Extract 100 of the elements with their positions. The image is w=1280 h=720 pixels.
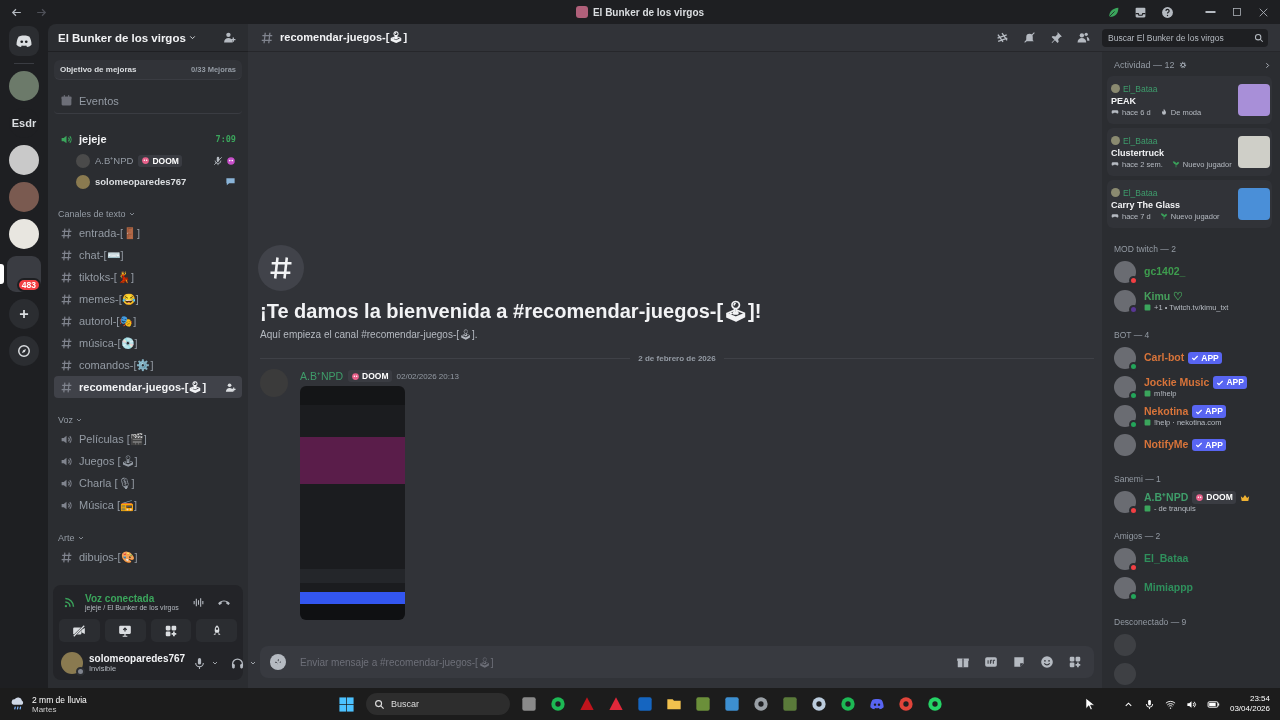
member-item[interactable]: El_Bataa <box>1114 546 1272 572</box>
tag-label: APP <box>1201 352 1219 364</box>
check-icon <box>1195 441 1204 449</box>
voice-channel[interactable]: Juegos [🕹] <box>54 450 242 472</box>
leaf-icon <box>1107 5 1120 19</box>
member-item[interactable]: Mimiappp <box>1114 575 1272 601</box>
taskbar-app-button[interactable] <box>722 694 742 714</box>
taskbar-app-button[interactable] <box>809 694 829 714</box>
voice-channel[interactable]: Películas [🎬] <box>54 428 242 450</box>
game-thumbnail <box>1238 136 1270 168</box>
mic-icon <box>193 656 207 670</box>
category-header[interactable]: Arte <box>54 530 242 546</box>
avatar <box>1114 290 1136 312</box>
taskbar-search[interactable]: Buscar <box>366 693 510 715</box>
channel-title: recomendar-juegos-[🕹] <box>280 31 408 44</box>
wave-icon <box>192 595 205 609</box>
home-button[interactable] <box>9 26 39 56</box>
voice-channel[interactable]: Charla [🎙] <box>54 472 242 494</box>
tile-icon <box>724 696 740 712</box>
add-server-button[interactable] <box>9 299 39 329</box>
hash-icon <box>60 336 73 350</box>
check-icon <box>1195 407 1204 416</box>
tile-icon <box>521 696 537 712</box>
smile-icon <box>1040 655 1054 669</box>
member-name: Carl-bot <box>1144 351 1185 365</box>
avatar <box>61 652 83 674</box>
text-channel[interactable]: tiktoks-[💃] <box>54 266 242 288</box>
text-channel[interactable]: recomendar-juegos-[🕹] <box>54 376 242 398</box>
search-field[interactable]: Buscar El Bunker de los virgos <box>1102 28 1268 47</box>
taskbar-app-button[interactable] <box>751 694 771 714</box>
calendar-icon <box>60 94 73 107</box>
text-channel[interactable]: música-[💿] <box>54 332 242 354</box>
welcome-subtitle: Aquí empieza el canal #recomendar-juegos-[🕹]. <box>260 329 479 340</box>
tri-icon <box>579 696 595 712</box>
image-attachment[interactable] <box>300 386 405 620</box>
server-icon <box>575 6 588 18</box>
member-item[interactable]: Carl-bot APP <box>1114 345 1272 371</box>
member-name: gc1402_ <box>1144 265 1186 279</box>
help-icon <box>1161 5 1174 19</box>
weather-text: 2 mm de lluvia <box>32 694 87 705</box>
avatar <box>1111 84 1120 93</box>
compass-icon <box>17 344 31 358</box>
inbox-icon <box>1134 5 1147 19</box>
taskbar-app-button[interactable] <box>519 694 539 714</box>
activity-header: Actividad — 12 <box>1114 60 1175 70</box>
voice-channel[interactable]: jejeje 7:09 <box>54 128 242 150</box>
tag-label: APP <box>1205 406 1223 417</box>
activities-button[interactable] <box>150 619 192 642</box>
window-title: El Bunker de los virgos <box>592 6 705 18</box>
voice-channel[interactable]: Música [📻] <box>54 494 242 516</box>
game-title: PEAK <box>1111 95 1137 106</box>
taskbar-app-button[interactable] <box>693 694 713 714</box>
events-item[interactable]: Eventos <box>54 92 242 114</box>
avatar <box>1114 261 1136 283</box>
discord-logo-icon <box>15 32 33 50</box>
game-title: Clustertruck <box>1111 147 1165 158</box>
avatar <box>1114 577 1136 599</box>
camera-button[interactable] <box>59 619 100 642</box>
pin-icon <box>1050 31 1063 44</box>
taskbar-app-button[interactable] <box>925 694 945 714</box>
server-folder[interactable]: 483 <box>7 256 41 292</box>
screen-share-button[interactable] <box>104 619 146 642</box>
emoji-button[interactable] <box>1038 653 1056 671</box>
text-channel[interactable]: dibujos-[🎨] <box>54 546 242 568</box>
text-channel[interactable]: memes-[😂] <box>54 288 242 310</box>
text-channel[interactable]: entrada-[🚪] <box>54 222 242 244</box>
controller-icon <box>1111 160 1119 168</box>
category-header[interactable]: Voz <box>54 412 242 428</box>
chevron-down-icon <box>75 416 83 424</box>
game-thumbnail <box>1238 84 1270 116</box>
avatar <box>1114 376 1136 398</box>
text-channel[interactable]: comandos-[⚙] <box>54 354 242 376</box>
soundboard-button[interactable] <box>196 619 237 642</box>
ring-icon <box>811 696 827 712</box>
taskbar-app-button[interactable] <box>838 694 858 714</box>
text-channel[interactable]: chat-[⌨] <box>54 244 242 266</box>
category-header[interactable]: Canales de texto <box>54 206 242 222</box>
tag-emblem-icon <box>1195 493 1205 502</box>
server-icon[interactable] <box>9 145 39 175</box>
avatar <box>1114 347 1136 369</box>
member-item[interactable]: gc1402_ <box>1114 259 1272 285</box>
avatar <box>1114 405 1136 427</box>
member-group-header: MOD twitch — 2 <box>1114 244 1177 254</box>
member-name: A.B⁺NPD <box>1144 490 1189 505</box>
text-channel[interactable]: autorol-[🎭] <box>54 310 242 332</box>
server-icon[interactable] <box>9 219 39 249</box>
member-group-header: BOT — 4 <box>1114 330 1151 340</box>
taskbar-app-button[interactable] <box>548 694 568 714</box>
member-item[interactable]: NotifyMe APP <box>1114 432 1272 458</box>
member-name: Jockie Music <box>1144 375 1210 390</box>
hash-icon <box>60 550 73 564</box>
explore-button[interactable] <box>9 336 39 366</box>
people-icon <box>1077 31 1090 44</box>
chevron-down-icon <box>249 659 258 667</box>
message-author[interactable]: A.B⁺NPD <box>300 369 344 383</box>
tag-label: DOOM <box>1206 492 1233 503</box>
member-name: Nekotina <box>1144 404 1189 419</box>
controller-icon <box>1111 212 1119 220</box>
ring-icon <box>927 696 943 712</box>
tag-label: DOOM <box>152 155 179 166</box>
